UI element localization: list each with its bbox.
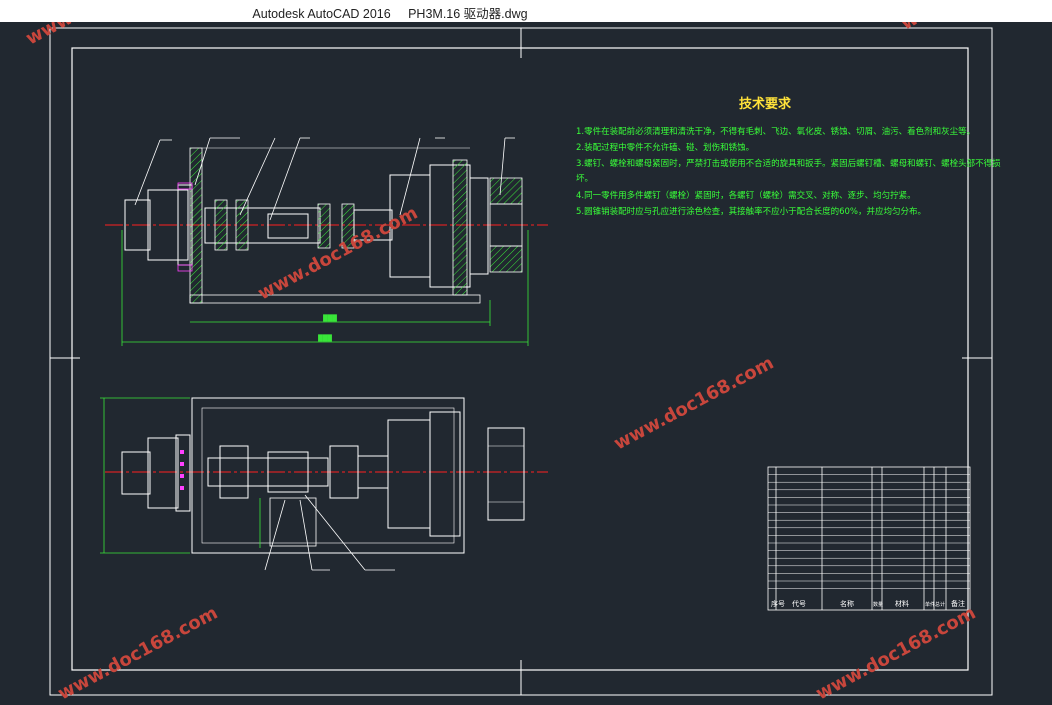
tech-notes: 1.零件在装配前必须清理和清洗干净，不得有毛刺、飞边、氧化皮、锈蚀、切屑、油污、… (576, 126, 1001, 217)
plan-view (100, 397, 548, 571)
drawing-canvas[interactable]: ███ ███ 技术要求 1.零件在装配前必须清理和清洗干净，不得有毛刺、飞边、… (0, 0, 1052, 704)
watermark-4: www.doc168.com (610, 352, 777, 454)
header-material: 材料 (895, 599, 909, 608)
tech-requirements-title: 技术要求 (739, 96, 792, 112)
file-name: PH3M.16 驱动器.dwg (408, 7, 528, 21)
watermark-5: www.doc168.com (54, 602, 221, 701)
watermark-1: www.doc168.com (22, 22, 189, 49)
note-4: 4.同一零件用多件螺钉（螺栓）紧固时，各螺钉（螺栓）需交叉、对称、逐步、均匀拧紧… (576, 190, 916, 201)
window-title: Autodesk AutoCAD 2016 PH3M.16 驱动器.dwg (0, 3, 780, 22)
app-title: Autodesk AutoCAD 2016 (252, 7, 391, 21)
header-no: 序号 (771, 599, 785, 608)
note-2: 2.装配过程中零件不允许磕、碰、划伤和锈蚀。 (576, 142, 754, 153)
header-name: 名称 (840, 599, 854, 608)
header-code: 代号 (792, 599, 806, 608)
header-qty: 数量 (873, 601, 883, 608)
header-unit: 单件 (925, 601, 935, 608)
table-header-row: 序号 代号 名称 数量 材料 单件 总计 备注 (771, 599, 965, 608)
watermark-3: www.doc168.com (254, 202, 421, 304)
dimension-label-1: ███ (322, 314, 337, 322)
note-3: 3.螺钉、螺栓和螺母紧固时，严禁打击或使用不合适的旋具和扳手。紧固后螺钉槽、螺母… (576, 158, 1001, 169)
section-view: ███ ███ (105, 137, 548, 346)
note-3-cont: 坏。 (576, 173, 593, 184)
note-1: 1.零件在装配前必须清理和清洗干净，不得有毛刺、飞边、氧化皮、锈蚀、切屑、油污、… (576, 126, 975, 137)
watermark-6: www.doc168.com (812, 602, 979, 701)
header-total: 总计 (935, 601, 945, 608)
title-bar: Autodesk AutoCAD 2016 PH3M.16 驱动器.dwg (0, 0, 1052, 22)
dimension-label-2: ███ (317, 334, 332, 342)
sheet-inner-frame (71, 47, 969, 671)
note-5: 5.圆锥销装配时应与孔应进行涂色检查，其接触率不应小于配合长度的60%，并应均匀… (576, 206, 926, 217)
cad-drawing: ███ ███ 技术要求 1.零件在装配前必须清理和清洗干净，不得有毛刺、飞边、… (22, 0, 1052, 704)
